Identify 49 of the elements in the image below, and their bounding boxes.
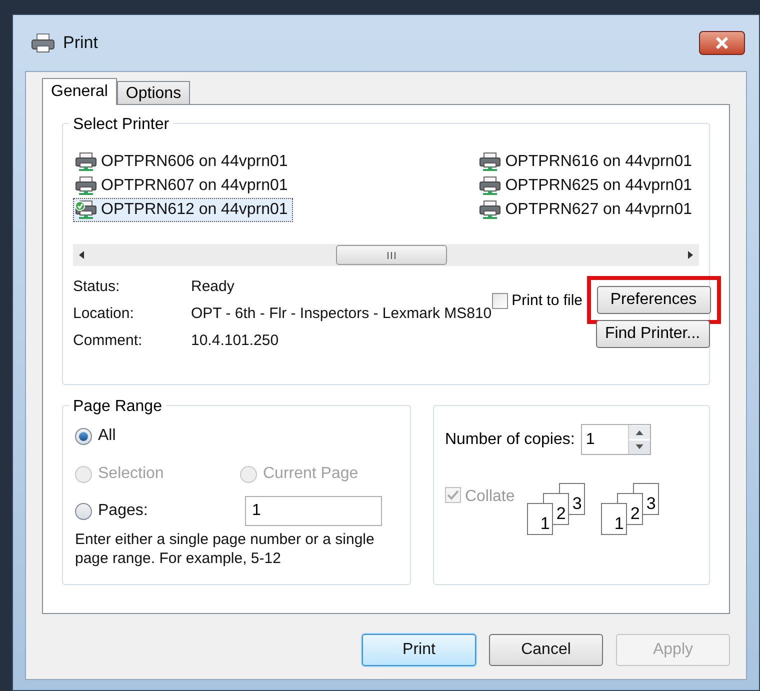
printer-icon: [479, 176, 502, 196]
pages-input[interactable]: 1: [245, 496, 382, 526]
printer-item[interactable]: OPTPRN627 on 44vprn01: [477, 198, 697, 222]
close-icon: [715, 37, 729, 49]
detail-label: Status:: [73, 276, 121, 297]
detail-value: OPT - 6th - Flr - Inspectors - Lexmark MS810: [191, 304, 492, 324]
printer-icon: [75, 176, 97, 196]
printer-icon: [31, 33, 55, 53]
radio-option[interactable]: Pages:: [75, 499, 245, 523]
printer-icon: [479, 200, 502, 220]
find-printer-button[interactable]: Find Printer...: [596, 320, 710, 348]
spin-up-icon[interactable]: [628, 425, 650, 440]
printer-icon: [479, 152, 502, 172]
tab[interactable]: Options: [116, 81, 190, 104]
scroll-right-icon: [687, 251, 693, 259]
page-number: 1: [614, 514, 624, 534]
page-number: 3: [572, 494, 582, 514]
tab[interactable]: General: [42, 78, 117, 105]
printer-item[interactable]: OPTPRN612 on 44vprn01: [73, 198, 293, 222]
detail-label: Location:: [73, 304, 135, 324]
copies-spinner[interactable]: 1: [580, 424, 651, 455]
scroll-left-icon: [79, 251, 85, 259]
detail-label: Comment:: [73, 330, 144, 351]
preferences-button[interactable]: Preferences: [596, 286, 711, 314]
printer-item[interactable]: OPTPRN625 on 44vprn01: [477, 174, 697, 198]
print-to-file-checkbox[interactable]: Print to file: [492, 290, 583, 312]
detail-value: Ready: [191, 276, 234, 297]
page-number: 3: [646, 494, 656, 514]
window-title: Print: [63, 32, 98, 54]
close-button[interactable]: [699, 31, 745, 55]
default-printer-icon: [75, 200, 97, 220]
copies-label: Number of copies:: [444, 430, 575, 450]
page-number: 2: [556, 504, 566, 524]
printer-icon: [75, 152, 97, 172]
radio-option[interactable]: All: [75, 424, 116, 448]
spin-down-icon[interactable]: [628, 440, 650, 454]
scroll-thumb[interactable]: [336, 245, 447, 265]
dialog-button[interactable]: Print: [362, 634, 476, 666]
page-number: 1: [540, 514, 550, 534]
printer-item[interactable]: OPTPRN607 on 44vprn01: [73, 174, 293, 198]
printer-item[interactable]: OPTPRN606 on 44vprn01: [73, 150, 293, 174]
grip-icon: [387, 252, 396, 258]
page-number: 2: [630, 504, 640, 524]
check-icon: [446, 490, 459, 500]
detail-value: 10.4.101.250: [191, 330, 279, 351]
horizontal-scrollbar[interactable]: [73, 244, 699, 266]
printer-item[interactable]: OPTPRN616 on 44vprn01: [477, 150, 697, 174]
dialog-button[interactable]: Cancel: [489, 634, 603, 666]
page-range-hint: Enter either a single page number or a single page range. For example, 5-12: [75, 530, 376, 568]
